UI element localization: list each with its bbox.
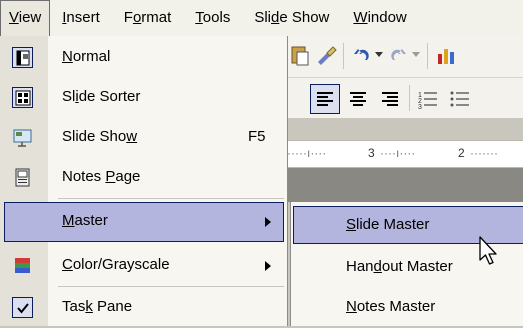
center-icon[interactable]: [345, 86, 371, 112]
menu-item-label: Task Pane: [62, 298, 132, 315]
insert-chart-icon[interactable]: [435, 44, 457, 66]
label-part: de Sorter: [78, 88, 141, 105]
menu-slide-show-label-start: Sli: [254, 9, 271, 26]
menu-separator: [58, 286, 284, 287]
menu-item-slide-sorter[interactable]: Slide Sorter: [0, 78, 287, 118]
menu-tools[interactable]: Tools: [183, 0, 242, 36]
paste-icon[interactable]: [289, 44, 311, 66]
mnemonic: N: [346, 298, 357, 315]
numbering-icon[interactable]: 1 2 3: [415, 86, 441, 112]
svg-text:3: 3: [418, 104, 422, 111]
undo-dropdown-icon[interactable]: [375, 52, 383, 58]
label-part: out Master: [381, 258, 453, 275]
menu-item-color-grayscale[interactable]: Color/Grayscale: [0, 246, 287, 286]
align-left-icon: [317, 92, 333, 106]
mnemonic: w: [126, 128, 138, 145]
submenu-item-label: Notes Master: [346, 298, 435, 315]
submenu-arrow-icon: [265, 217, 271, 227]
ruler-ticks: ·····ı····: [287, 146, 327, 160]
menu-format-label-start: F: [123, 9, 133, 26]
mnemonic: M: [62, 212, 75, 229]
toolbar-separator: [343, 43, 344, 69]
menu-item-label: Notes Page: [62, 168, 140, 185]
label-part: Tas: [62, 298, 86, 315]
menu-slide-show-label: e Show: [279, 9, 330, 26]
menu-format[interactable]: Format: [112, 0, 184, 36]
label-part: aster: [74, 212, 108, 229]
menu-tools-label: ools: [202, 9, 231, 26]
menu-view-mnemonic: V: [9, 9, 19, 26]
normal-view-icon: [12, 47, 33, 68]
redo-dropdown-icon[interactable]: [412, 52, 420, 58]
label-part: Notes: [62, 168, 106, 185]
horizontal-ruler: ·····ı···· 3 ····ı···· 2 ·······: [285, 140, 523, 168]
mnemonic: N: [62, 48, 73, 65]
shortcut-label: F5: [248, 128, 266, 145]
align-right-icon[interactable]: [377, 86, 403, 112]
mouse-pointer-icon: [479, 236, 497, 265]
menu-tools-mnemonic: T: [195, 9, 203, 26]
view-menu: Normal Slide Sorter Slide Show F5 Notes …: [0, 36, 288, 326]
menu-item-notes-page[interactable]: Notes Page: [0, 158, 287, 198]
ruler-mark: 2: [458, 146, 465, 160]
label-part: Han: [346, 258, 374, 275]
label-part: olor/Grayscale: [72, 256, 170, 273]
workspace-band: [285, 168, 523, 202]
menu-item-label: Slide Show: [62, 128, 137, 145]
undo-icon[interactable]: [351, 46, 373, 66]
menu-item-master[interactable]: Master: [4, 202, 284, 242]
label-part: Slide Sho: [62, 128, 127, 145]
notes-page-icon: [15, 168, 30, 187]
label-part: age: [115, 168, 141, 185]
menu-slide-show[interactable]: Slide Show: [242, 0, 341, 36]
mnemonic: d: [373, 258, 382, 275]
menu-item-label: Color/Grayscale: [62, 256, 170, 273]
menu-window-label: indow: [367, 9, 407, 26]
menu-separator: [58, 198, 284, 199]
menu-window[interactable]: Window: [341, 0, 418, 36]
redo-icon[interactable]: [387, 46, 409, 66]
standard-toolbar: [285, 36, 523, 78]
mnemonic: S: [346, 216, 357, 233]
mnemonic: P: [105, 168, 116, 185]
label-part: otes Master: [356, 298, 436, 315]
mnemonic: C: [62, 256, 73, 273]
label-part: Pane: [92, 298, 133, 315]
menu-insert-label: nsert: [66, 9, 100, 26]
label-part: ormal: [72, 48, 111, 65]
ruler-ticks: ·······: [470, 146, 498, 160]
ruler-ticks: ····ı····: [380, 146, 416, 160]
menu-insert[interactable]: Insert: [50, 0, 112, 36]
toolbar-separator: [409, 85, 410, 111]
slide-show-icon: [13, 129, 32, 147]
submenu-item-label: Slide Master: [346, 216, 429, 233]
submenu-item-notes-master[interactable]: Notes Master: [291, 288, 523, 326]
bullets-icon[interactable]: [447, 86, 473, 112]
checkmark-icon: [12, 297, 33, 318]
menu-view[interactable]: View: [0, 0, 51, 36]
slide-sorter-icon: [12, 87, 33, 108]
ruler-mark: 3: [368, 146, 375, 160]
toolbar-separator: [427, 43, 428, 69]
menu-format-label: rmat: [141, 9, 172, 26]
formatting-toolbar: 1 2 3: [285, 78, 523, 118]
menu-item-task-pane[interactable]: Task Pane: [0, 288, 287, 328]
format-painter-icon[interactable]: [315, 44, 337, 66]
menu-item-label: Slide Sorter: [62, 88, 140, 105]
label-part: Sl: [62, 88, 76, 105]
menu-item-slide-show[interactable]: Slide Show F5: [0, 118, 287, 158]
menu-item-label: Master: [62, 212, 108, 229]
menu-bar: View Insert Format Tools Slide Show Wind…: [0, 0, 523, 37]
submenu-arrow-icon: [265, 261, 271, 271]
menu-item-normal[interactable]: Normal: [0, 38, 287, 78]
align-left-button[interactable]: [310, 84, 340, 114]
mnemonic: k: [85, 298, 93, 315]
menu-view-label: iew: [18, 9, 42, 26]
menu-item-label: Normal: [62, 48, 110, 65]
label-part: lide Master: [356, 216, 430, 233]
submenu-item-label: Handout Master: [346, 258, 453, 275]
color-grayscale-icon: [15, 258, 30, 273]
menu-window-mnemonic: W: [353, 9, 368, 26]
